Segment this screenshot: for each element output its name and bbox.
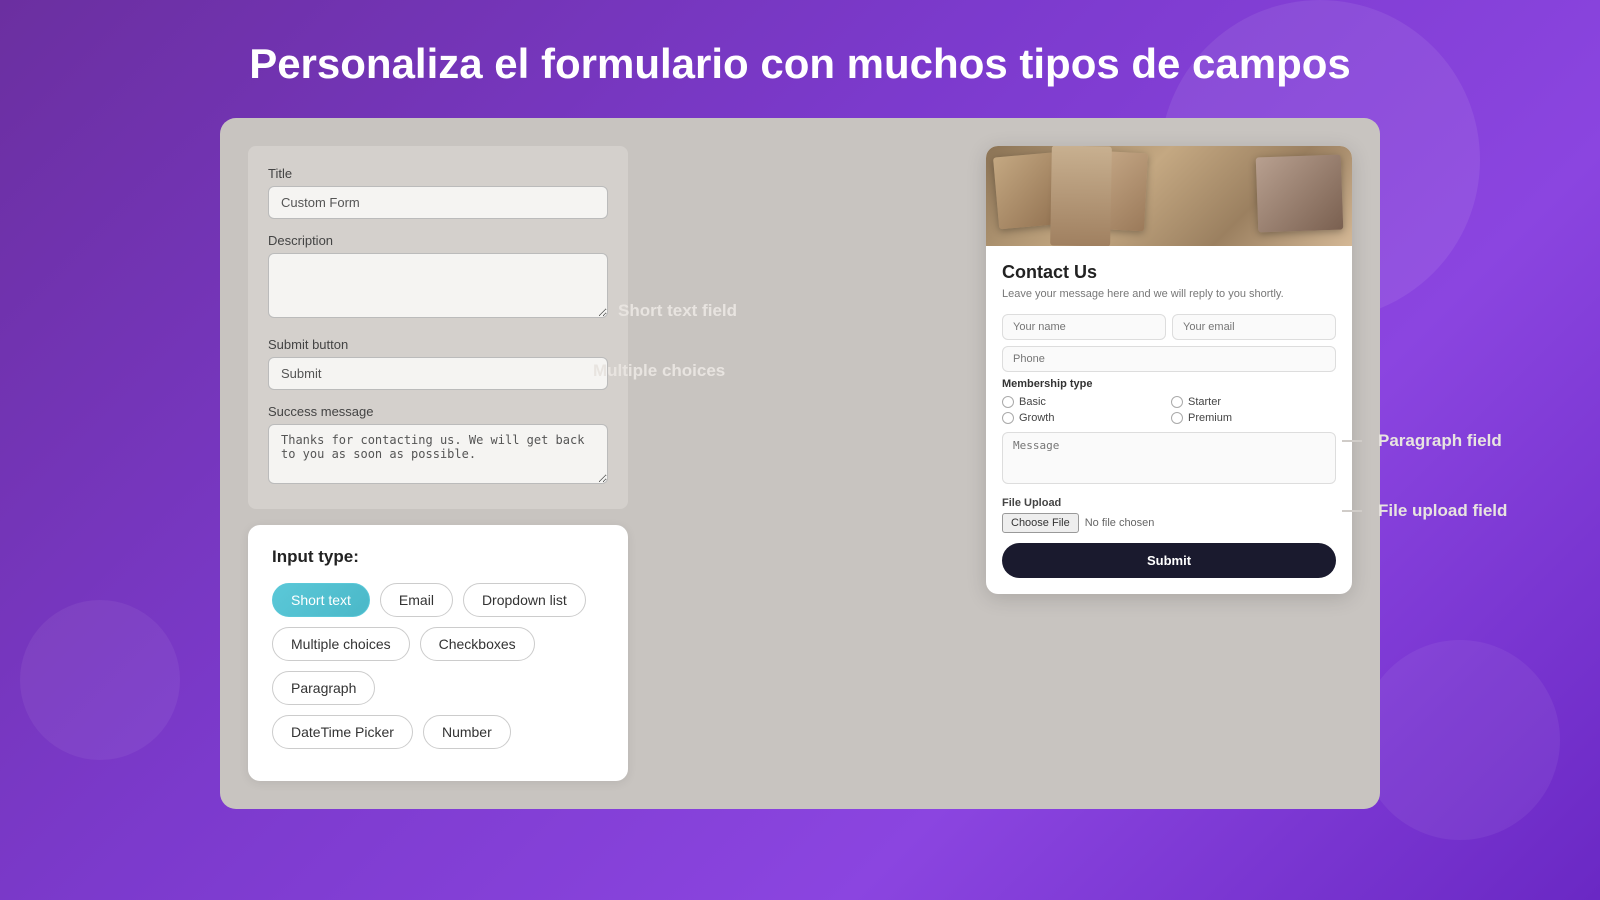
main-container: Title Description Submit button Success … xyxy=(220,118,1380,809)
success-message-label: Success message xyxy=(268,404,608,419)
type-btn-dropdown[interactable]: Dropdown list xyxy=(463,583,586,617)
title-input[interactable] xyxy=(268,186,608,219)
photo-person xyxy=(1050,146,1112,246)
radio-label-starter: Starter xyxy=(1188,396,1221,408)
left-panel: Title Description Submit button Success … xyxy=(248,146,628,781)
type-btn-multiple-choices[interactable]: Multiple choices xyxy=(272,627,410,661)
radio-circle-starter xyxy=(1171,396,1183,408)
right-panel-wrapper: Paragraph field File upload field Contac… xyxy=(986,146,1352,781)
type-buttons-row-1: Short text Email Dropdown list xyxy=(272,583,604,617)
type-btn-checkboxes[interactable]: Checkboxes xyxy=(420,627,535,661)
description-textarea[interactable] xyxy=(268,253,608,318)
file-upload-label: File Upload xyxy=(1002,497,1336,509)
type-btn-datetime[interactable]: DateTime Picker xyxy=(272,715,413,749)
contact-card-image xyxy=(986,146,1352,246)
input-type-title: Input type: xyxy=(272,547,604,567)
submit-button[interactable]: Submit xyxy=(1002,543,1336,578)
phone-input[interactable] xyxy=(1002,346,1336,372)
success-message-textarea[interactable]: Thanks for contacting us. We will get ba… xyxy=(268,424,608,484)
title-label: Title xyxy=(268,166,608,181)
radio-label-basic: Basic xyxy=(1019,396,1046,408)
choose-file-button[interactable]: Choose File xyxy=(1002,513,1079,533)
radio-premium[interactable]: Premium xyxy=(1171,412,1336,424)
your-email-input[interactable] xyxy=(1172,314,1336,340)
type-btn-short-text[interactable]: Short text xyxy=(272,583,370,617)
page-title: Personaliza el formulario con muchos tip… xyxy=(0,0,1600,118)
membership-radio-grid: Basic Starter Growth Premium xyxy=(1002,396,1336,424)
radio-circle-premium xyxy=(1171,412,1183,424)
radio-circle-growth xyxy=(1002,412,1014,424)
radio-circle-basic xyxy=(1002,396,1014,408)
line-paragraph xyxy=(1342,440,1362,442)
radio-label-premium: Premium xyxy=(1188,412,1232,424)
annotation-paragraph-field: Paragraph field xyxy=(1362,431,1502,451)
photo-collage xyxy=(986,146,1352,246)
membership-label: Membership type xyxy=(1002,378,1336,390)
contact-card: Contact Us Leave your message here and w… xyxy=(986,146,1352,594)
type-buttons-row-3: DateTime Picker Number xyxy=(272,715,604,749)
type-buttons-row-2: Multiple choices Checkboxes Paragraph xyxy=(272,627,604,705)
file-upload-row: Choose File No file chosen xyxy=(1002,513,1336,533)
no-file-text: No file chosen xyxy=(1085,517,1155,529)
radio-basic[interactable]: Basic xyxy=(1002,396,1167,408)
annotation-multiple-choices: Multiple choices xyxy=(593,361,725,381)
radio-growth[interactable]: Growth xyxy=(1002,412,1167,424)
type-btn-email[interactable]: Email xyxy=(380,583,453,617)
contact-form-body: Contact Us Leave your message here and w… xyxy=(986,246,1352,594)
contact-form-title: Contact Us xyxy=(1002,262,1336,283)
type-btn-number[interactable]: Number xyxy=(423,715,511,749)
name-email-row xyxy=(1002,314,1336,340)
type-btn-paragraph[interactable]: Paragraph xyxy=(272,671,375,705)
message-textarea[interactable] xyxy=(1002,432,1336,484)
radio-starter[interactable]: Starter xyxy=(1171,396,1336,408)
input-type-box: Input type: Short text Email Dropdown li… xyxy=(248,525,628,781)
center-area: Short text field Multiple choices xyxy=(648,146,966,781)
submit-button-input[interactable] xyxy=(268,357,608,390)
description-label: Description xyxy=(268,233,608,248)
form-settings-panel: Title Description Submit button Success … xyxy=(248,146,628,509)
annotation-file-upload-field: File upload field xyxy=(1362,501,1507,521)
radio-label-growth: Growth xyxy=(1019,412,1054,424)
submit-button-label: Submit button xyxy=(268,337,608,352)
annotation-short-text: Short text field xyxy=(618,301,737,321)
photo-3 xyxy=(1256,155,1344,233)
line-file-upload xyxy=(1342,510,1362,512)
your-name-input[interactable] xyxy=(1002,314,1166,340)
contact-form-desc: Leave your message here and we will repl… xyxy=(1002,287,1336,302)
